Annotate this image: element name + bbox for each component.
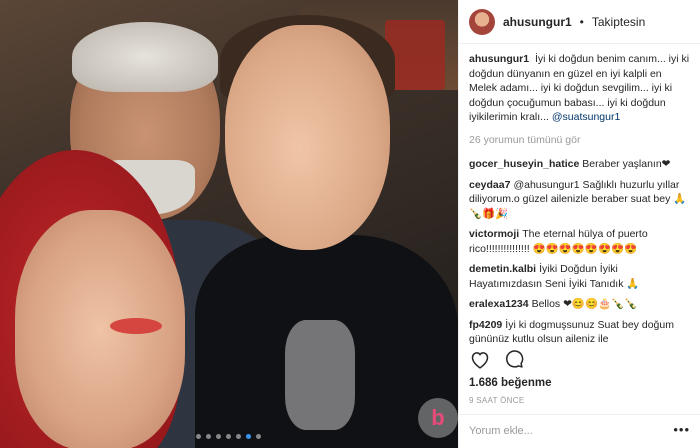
- boy-face: [225, 25, 390, 250]
- carousel-dot[interactable]: [226, 434, 231, 439]
- comments-list[interactable]: ahusungur1 İyi ki doğdun benim canım... …: [469, 52, 692, 344]
- comment-username[interactable]: victormoji: [469, 228, 519, 240]
- action-bar: [469, 348, 525, 370]
- comment-text: Beraber yaşlanın❤: [582, 158, 671, 170]
- carousel-dot[interactable]: [256, 434, 261, 439]
- follow-status[interactable]: Takiptesin: [592, 15, 645, 29]
- carousel-dot[interactable]: [246, 434, 251, 439]
- comment-row: gocer_huseyin_hatice Beraber yaşlanın❤: [469, 157, 692, 172]
- comment-row: demetin.kalbi İyiki Doğdun İyiki Hayatımı…: [469, 262, 692, 291]
- post-header: ahusungur1 • Takiptesin: [459, 0, 700, 44]
- tshirt-print: [285, 320, 355, 430]
- likes-count[interactable]: 1.686 beğenme: [469, 377, 551, 389]
- post-side-panel: ahusungur1 • Takiptesin ahusungur1 İyi k…: [458, 0, 700, 448]
- carousel-dot[interactable]: [236, 434, 241, 439]
- post-photo[interactable]: b: [0, 0, 458, 448]
- caption: ahusungur1 İyi ki doğdun benim canım... …: [469, 52, 692, 125]
- divider: [459, 414, 700, 415]
- comment-username[interactable]: demetin.kalbi: [469, 263, 536, 275]
- header-username[interactable]: ahusungur1: [503, 15, 572, 29]
- header-separator: •: [579, 14, 584, 29]
- comment-row: eralexa1234 Bellos ❤😊😊🎂🍾🍾: [469, 297, 692, 312]
- view-all-comments-link[interactable]: 26 yorumun tümünü gör: [469, 133, 692, 148]
- post-timestamp: 9 SAAT ÖNCE: [469, 396, 525, 405]
- caption-mention[interactable]: @suatsungur1: [552, 111, 620, 123]
- comment-username[interactable]: gocer_huseyin_hatice: [469, 158, 579, 170]
- carousel-dot[interactable]: [206, 434, 211, 439]
- comment-username[interactable]: ceydaa7: [469, 179, 510, 191]
- man-hair: [72, 22, 218, 92]
- woman-lips: [110, 318, 162, 334]
- heart-icon[interactable]: [469, 348, 491, 370]
- comment-row: victormoji The eternal hülya of puerto ri…: [469, 227, 692, 256]
- watermark-logo: b: [418, 398, 458, 438]
- caption-username[interactable]: ahusungur1: [469, 53, 529, 65]
- comment-row: ceydaa7 @ahusungur1 Sağlıklı huzurlu yıll…: [469, 178, 692, 222]
- more-options-button[interactable]: •••: [673, 423, 690, 437]
- avatar[interactable]: [469, 8, 495, 35]
- carousel-dot[interactable]: [216, 434, 221, 439]
- comment-row: fp4209 İyi ki dogmuşsunuz Suat bey doğum …: [469, 318, 692, 345]
- add-comment-input[interactable]: [469, 420, 664, 442]
- comment-text: Bellos ❤😊😊🎂🍾🍾: [531, 298, 638, 310]
- carousel-dot[interactable]: [196, 434, 201, 439]
- comment-username[interactable]: fp4209: [469, 319, 502, 331]
- comment-username[interactable]: eralexa1234: [469, 298, 529, 310]
- comment-bubble-icon[interactable]: [503, 348, 525, 370]
- carousel-indicator: [196, 434, 261, 439]
